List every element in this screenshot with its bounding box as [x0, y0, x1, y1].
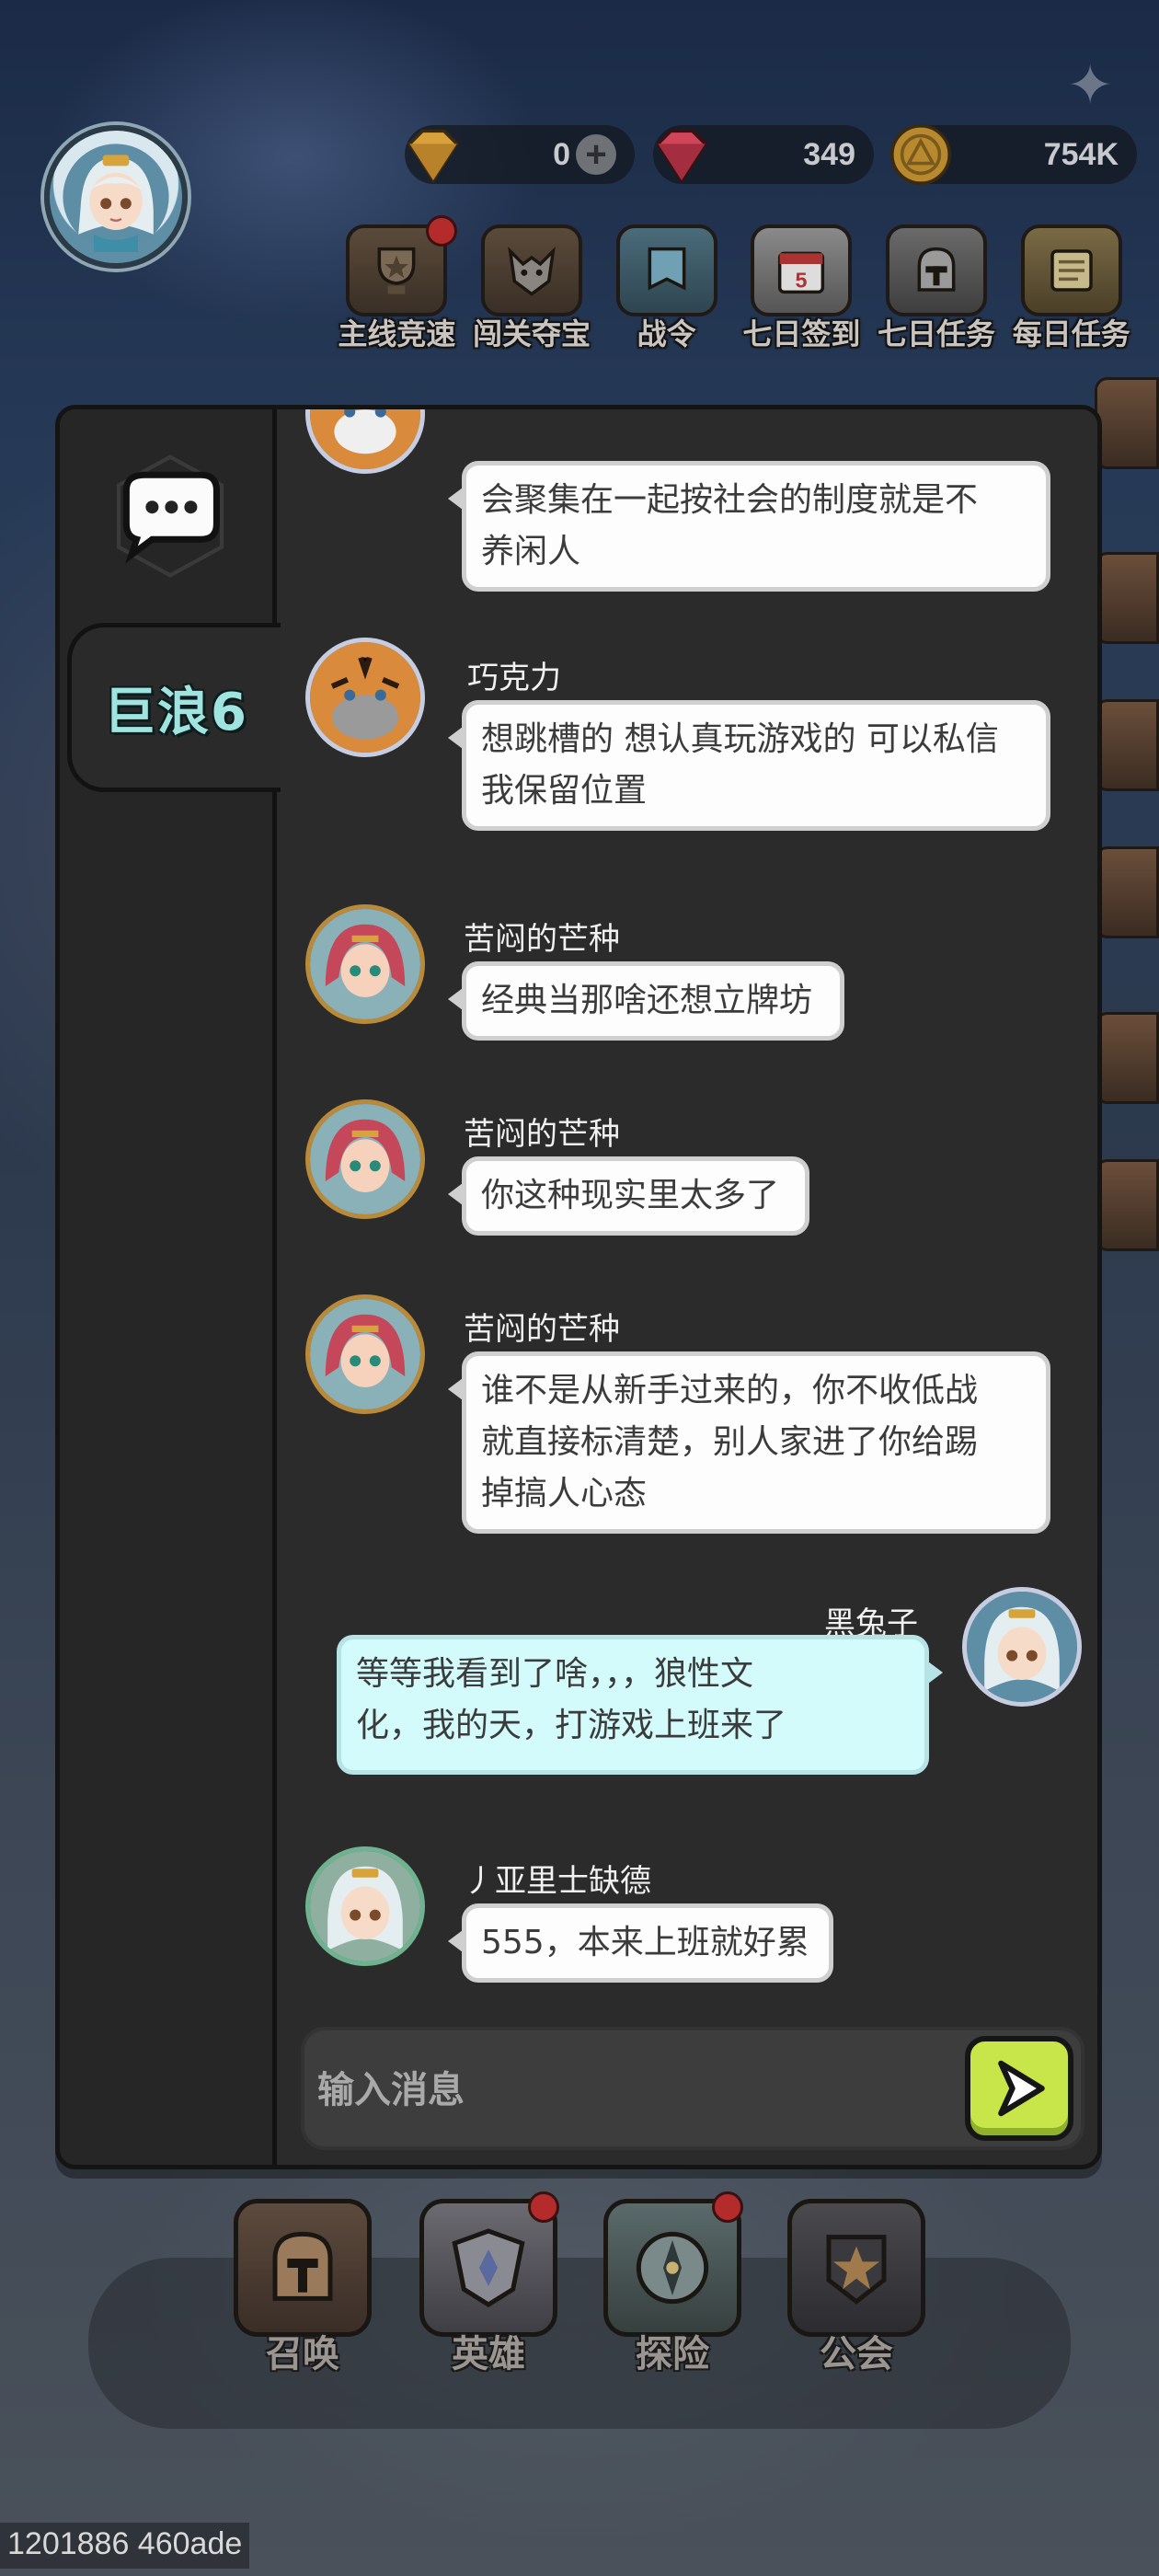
sender-name: 苦闷的芒种: [464, 1311, 620, 1348]
side-event-icon[interactable]: [1095, 846, 1159, 948]
nav-label: 探险: [636, 2333, 709, 2375]
message-text-line: 555，本来上班就好累: [481, 1924, 809, 1961]
nav-label: 英雄: [452, 2333, 525, 2375]
elf-girl-avatar[interactable]: [305, 1294, 425, 1414]
side-event-icon[interactable]: [1095, 1159, 1159, 1260]
white-hair-avatar[interactable]: [962, 1587, 1082, 1707]
add-currency-button[interactable]: +: [576, 134, 616, 175]
wolf-icon: [481, 224, 582, 316]
red-diamond-currency[interactable]: 349: [653, 125, 874, 184]
quest-stage-treasure[interactable]: 闯关夺宝: [466, 224, 598, 353]
message-text-line: 会聚集在一起按社会的制度就是不: [481, 481, 979, 519]
message-bubble: 你这种现实里太多了: [448, 1156, 809, 1236]
message-bubble: 想跳槽的 想认真玩游戏的 可以私信 我保留位置: [448, 700, 1050, 831]
quest-main-race[interactable]: 主线竞速: [331, 215, 463, 353]
message-text-line: 等等我看到了啥，，，狼性文: [356, 1655, 754, 1693]
guild-star-icon: [787, 2199, 925, 2337]
quest-label: 每日任务: [1012, 316, 1130, 351]
coin-currency[interactable]: 754K: [890, 124, 1137, 185]
elf-girl-avatar[interactable]: [305, 904, 425, 1024]
notification-badge: [425, 215, 457, 247]
message-bubble-self: 等等我看到了啥，，，狼性文 化，我的天，打游戏上班来了: [337, 1635, 943, 1775]
chat-message-input[interactable]: [317, 2049, 943, 2132]
message-text-line: 掉搞人心态: [481, 1475, 648, 1512]
red-diamond-icon: [646, 120, 717, 190]
message-bubble: 555，本来上班就好累: [448, 1903, 833, 1983]
calendar-icon: 5: [751, 224, 853, 316]
player-portrait-icon: [63, 144, 169, 252]
message-text-line: 经典当那啥还想立牌坊: [481, 982, 813, 1019]
coin-value: 754K: [1043, 136, 1119, 172]
tiger-avatar[interactable]: [305, 638, 425, 757]
channel-tab-juliang6[interactable]: 巨浪6: [67, 623, 281, 792]
message-text-line: 养闲人: [481, 533, 581, 570]
message-bubble: 经典当那啥还想立牌坊: [448, 961, 844, 1041]
white-hair-avatar[interactable]: [305, 1846, 425, 1966]
quest-label: 闯关夺宝: [473, 316, 591, 351]
gold-gem-icon: [397, 120, 469, 190]
side-event-icon[interactable]: [1095, 1012, 1159, 1113]
svg-text:5: 5: [796, 269, 808, 293]
notification-badge: [712, 2191, 743, 2223]
gold-gem-value: 0: [553, 136, 570, 172]
chat-message-list[interactable]: 会聚集在一起按社会的制度就是不 养闲人 巧克力 想跳槽的 想认真玩游戏的 可以私…: [281, 409, 1097, 2010]
nav-label: 召唤: [266, 2333, 339, 2375]
send-arrow-icon: [998, 2060, 1045, 2117]
nav-adventure[interactable]: 探险: [594, 2191, 751, 2383]
quest-seven-day-signin[interactable]: 5 七日签到: [736, 224, 867, 353]
nav-label: 公会: [820, 2333, 893, 2375]
sender-name: 苦闷的芒种: [464, 1116, 620, 1153]
quest-battle-pass[interactable]: 战令: [601, 224, 732, 353]
coin-icon: [885, 120, 957, 190]
nav-summon[interactable]: 召唤: [224, 2199, 381, 2383]
elf-girl-avatar[interactable]: [305, 1099, 425, 1219]
quest-label: 七日签到: [742, 316, 861, 351]
message-text-line: 化，我的天，打游戏上班来了: [356, 1707, 787, 1744]
message-text-line: 谁不是从新手过来的，你不收低战: [481, 1372, 979, 1409]
channel-tab-label: 巨浪6: [104, 682, 248, 742]
chat-input-bar: [301, 2027, 1084, 2150]
quest-label: 战令: [637, 316, 696, 351]
quest-label: 主线竞速: [338, 316, 456, 351]
side-event-icon[interactable]: [1095, 377, 1159, 478]
quest-seven-day-tasks[interactable]: 七日任务: [871, 224, 1003, 353]
side-event-icon[interactable]: [1095, 552, 1159, 653]
tiger-avatar[interactable]: [305, 409, 425, 474]
sender-name: 苦闷的芒种: [464, 921, 620, 958]
sparkle-decoration: ✦: [1067, 53, 1114, 118]
chat-bubble-icon[interactable]: [104, 450, 236, 582]
side-event-icon[interactable]: [1095, 699, 1159, 800]
banner-icon: [615, 224, 717, 316]
message-bubble: 谁不是从新手过来的，你不收低战 就直接标清楚，别人家进了你给踢 掉搞人心态: [448, 1351, 1050, 1534]
quest-daily-tasks[interactable]: 每日任务: [1005, 224, 1137, 353]
message-bubble: 会聚集在一起按社会的制度就是不 养闲人: [448, 461, 1050, 592]
sender-name: 巧克力: [467, 660, 561, 696]
quest-icon-row: 主线竞速 闯关夺宝 战令 5 七日签到 七日任务 每日任务: [331, 215, 1141, 353]
nav-guild[interactable]: 公会: [778, 2199, 935, 2383]
chat-panel: 巨浪6 会聚集在一起按社会的制度就是不 养闲人 巧克力 想跳槽的 想认真玩游戏的…: [55, 405, 1102, 2169]
helmet-icon: [886, 224, 988, 316]
gold-gem-currency[interactable]: 0 +: [405, 125, 635, 184]
build-version-label: 1201886 460ade: [0, 2523, 250, 2569]
player-avatar[interactable]: [44, 125, 188, 269]
notification-badge: [528, 2191, 559, 2223]
red-diamond-value: 349: [803, 136, 855, 172]
message-text-line: 就直接标清楚，别人家进了你给踢: [481, 1423, 979, 1461]
summon-helmet-icon: [234, 2199, 372, 2337]
sender-name: 丿亚里士缺德: [464, 1863, 651, 1900]
send-button[interactable]: [965, 2036, 1073, 2141]
message-text-line: 想跳槽的 想认真玩游戏的 可以私信: [481, 720, 999, 758]
message-text-line: 我保留位置: [481, 772, 648, 810]
quest-label: 七日任务: [878, 316, 996, 351]
scroll-icon: [1020, 224, 1122, 316]
message-text-line: 你这种现实里太多了: [481, 1177, 780, 1214]
nav-heroes[interactable]: 英雄: [410, 2191, 567, 2383]
